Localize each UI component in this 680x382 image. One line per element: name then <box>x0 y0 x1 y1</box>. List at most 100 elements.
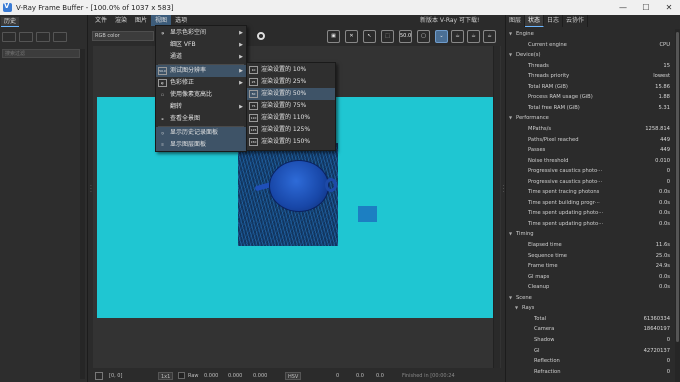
stats-row-label: Current engine <box>528 41 567 48</box>
maximize-button[interactable]: ☐ <box>635 0 657 15</box>
submenu-arrow-icon: ▶ <box>239 68 243 74</box>
view-menu-item-color-correction[interactable]: ◐ 色彩修正 ▶ <box>156 77 246 89</box>
channel-select[interactable]: RGB color <box>92 31 154 41</box>
window-title: V-Ray Frame Buffer - [100.0% of 1037 x 5… <box>16 3 174 12</box>
view-menu-item-history-panel[interactable]: ◷ 显示历史记录面板 <box>156 127 246 139</box>
update-notice-link[interactable]: 新版本 V-Ray 可下载! <box>420 15 479 26</box>
clear-image-icon[interactable]: ✕ <box>345 30 358 43</box>
stats-row: Camera 18640197 <box>506 324 674 335</box>
tab-cloud[interactable]: 云协作 <box>563 15 589 27</box>
interactive-render-icon[interactable]: ☕ <box>467 30 480 43</box>
collapse-triangle-icon[interactable]: ▼ <box>509 229 512 240</box>
stats-row-value: 0 <box>666 336 670 343</box>
stats-row: GI 42720137 <box>506 346 674 357</box>
tab-status[interactable]: 状态 <box>525 15 545 27</box>
history-save-icon[interactable] <box>2 32 16 42</box>
history-load-icon[interactable] <box>36 32 50 42</box>
stats-section-label: Engine <box>516 31 534 37</box>
stats-row-value: 11.6s <box>655 242 670 248</box>
stats-scrollbar-thumb[interactable] <box>676 32 679 342</box>
view-menu-item-channels[interactable]: 通道 ▶ <box>156 51 246 63</box>
history-scrollbar[interactable] <box>80 49 85 379</box>
test-resolution-icon[interactable]: 50.0 <box>399 30 412 43</box>
menu-file[interactable]: 文件 <box>91 15 111 26</box>
history-delete-icon[interactable] <box>53 32 67 42</box>
stats-row-value: 15 <box>663 62 670 69</box>
stats-row-label: GI <box>534 347 540 354</box>
track-mouse-icon[interactable]: ↖ <box>363 30 376 43</box>
submenu-arrow-icon: ▶ <box>239 80 243 86</box>
stats-row-label: Shadow <box>534 336 555 343</box>
resolution-150[interactable]: 150 渲染设置的 150% <box>247 136 335 148</box>
collapse-triangle-icon[interactable]: ▼ <box>509 29 512 40</box>
resolution-label: 渲染设置的 150% <box>261 138 311 145</box>
stats-row-value: 0.0s <box>659 220 670 227</box>
resolution-110[interactable]: 110 渲染设置的 110% <box>247 112 335 124</box>
stats-row-value: 61360334 <box>643 315 670 322</box>
view-menu-item-test-resolution[interactable]: 50.0 测试图分辨率 ▶ <box>156 65 246 77</box>
save-image-icon[interactable]: ▣ <box>327 30 340 43</box>
resolution-10[interactable]: 10 渲染设置的 10% <box>247 64 335 76</box>
track-mouse-status-icon[interactable] <box>95 372 103 380</box>
colorspace-icon: ◑ <box>161 31 164 35</box>
view-menu-item-colorspace[interactable]: ◑ 显示色彩空间 ▶ <box>156 27 246 39</box>
stats-panel: 图层 状态 日志 云协作 ▼ Engine Current engine CPU ▼ De… <box>505 15 680 382</box>
resolution-25[interactable]: 25 渲染设置的 25% <box>247 76 335 88</box>
collapse-triangle-icon[interactable]: ▼ <box>509 293 512 304</box>
view-menu-item-pixel-aspect[interactable]: ☐ 使用像素宽高比 <box>156 89 246 101</box>
stats-section[interactable]: ▼ Scene <box>506 293 674 304</box>
teapot-render-icon[interactable]: ☕ <box>451 30 464 43</box>
viewport-scrollbar[interactable] <box>493 46 500 368</box>
stats-row-label: Time spent updating photo··· <box>528 210 604 217</box>
stats-row-label: Total <box>534 315 547 322</box>
stats-section[interactable]: ▼ Device(s) <box>506 50 674 61</box>
follow-mouse-icon[interactable]: ⌄ <box>435 30 448 43</box>
resolution-125[interactable]: 125 渲染设置的 125% <box>247 124 335 136</box>
history-compare-icon[interactable] <box>19 32 33 42</box>
stats-section[interactable]: ▼ Timing <box>506 229 674 240</box>
collapse-triangle-icon[interactable]: ▼ <box>515 303 518 314</box>
stats-row: GI maps 0.0s <box>506 272 674 283</box>
color-mode-select[interactable]: HSV <box>285 372 302 380</box>
test-resolution-icon: 50.0 <box>158 67 167 75</box>
view-menu-item-panorama[interactable]: ⊕ 查看全景图 <box>156 113 246 125</box>
stop-render-icon[interactable]: ☕ <box>483 30 496 43</box>
minimize-button[interactable]: — <box>612 0 634 15</box>
view-menu-item-flip[interactable]: 翻转 ▶ <box>156 101 246 113</box>
stats-row-value: 449 <box>660 147 670 154</box>
collapse-triangle-icon[interactable]: ▼ <box>509 50 512 61</box>
menu-render[interactable]: 渲染 <box>111 15 131 26</box>
resolution-75[interactable]: 75 渲染设置的 75% <box>247 100 335 112</box>
view-menu-item-vfb[interactable]: 细区 VFB ▶ <box>156 39 246 51</box>
stats-row: Process RAM usage (GiB) 1.88 <box>506 92 674 103</box>
zoom-select[interactable]: 1x1 <box>158 372 174 380</box>
stats-row-label: Time spent updating photo··· <box>528 220 604 227</box>
resolution-50-icon: 50 <box>249 90 258 98</box>
menu-image[interactable]: 图片 <box>131 15 151 26</box>
render-last-icon[interactable]: ▢ <box>417 30 430 43</box>
stats-row: Frame time 24.9s <box>506 261 674 272</box>
stats-row-value: lowest <box>653 73 670 80</box>
close-button[interactable]: ✕ <box>658 0 680 15</box>
stats-section[interactable]: ▼ Rays <box>506 303 674 314</box>
submenu-arrow-icon: ▶ <box>239 42 243 48</box>
tab-log[interactable]: 日志 <box>544 15 564 27</box>
region-render-icon[interactable]: ⬚ <box>381 30 394 43</box>
collapse-triangle-icon[interactable]: ▼ <box>509 113 512 124</box>
tab-history[interactable]: 历史 <box>1 17 19 27</box>
stats-row-label: Refraction <box>534 368 561 375</box>
history-icon: ◷ <box>161 131 164 135</box>
view-menu-item-label: 通道 <box>170 53 183 60</box>
stats-section[interactable]: ▼ Performance <box>506 113 674 124</box>
resolution-10-icon: 10 <box>249 66 258 74</box>
stats-section[interactable]: ▼ Engine <box>506 29 674 40</box>
view-menu-item-layers-panel[interactable]: ☰ 显示图层面板 <box>156 139 246 151</box>
resolution-50[interactable]: 50 渲染设置的 50% <box>247 88 335 100</box>
stats-row-label: Passes <box>528 147 546 154</box>
history-search-input[interactable]: 搜索过滤 <box>2 49 80 58</box>
panorama-icon: ⊕ <box>161 117 164 121</box>
title-bar: V-Ray Frame Buffer - [100.0% of 1037 x 5… <box>0 0 680 15</box>
stats-row-value: 1258.814 <box>645 125 670 132</box>
color-correction-icon[interactable] <box>257 32 265 40</box>
tab-layers[interactable]: 图层 <box>506 15 526 27</box>
